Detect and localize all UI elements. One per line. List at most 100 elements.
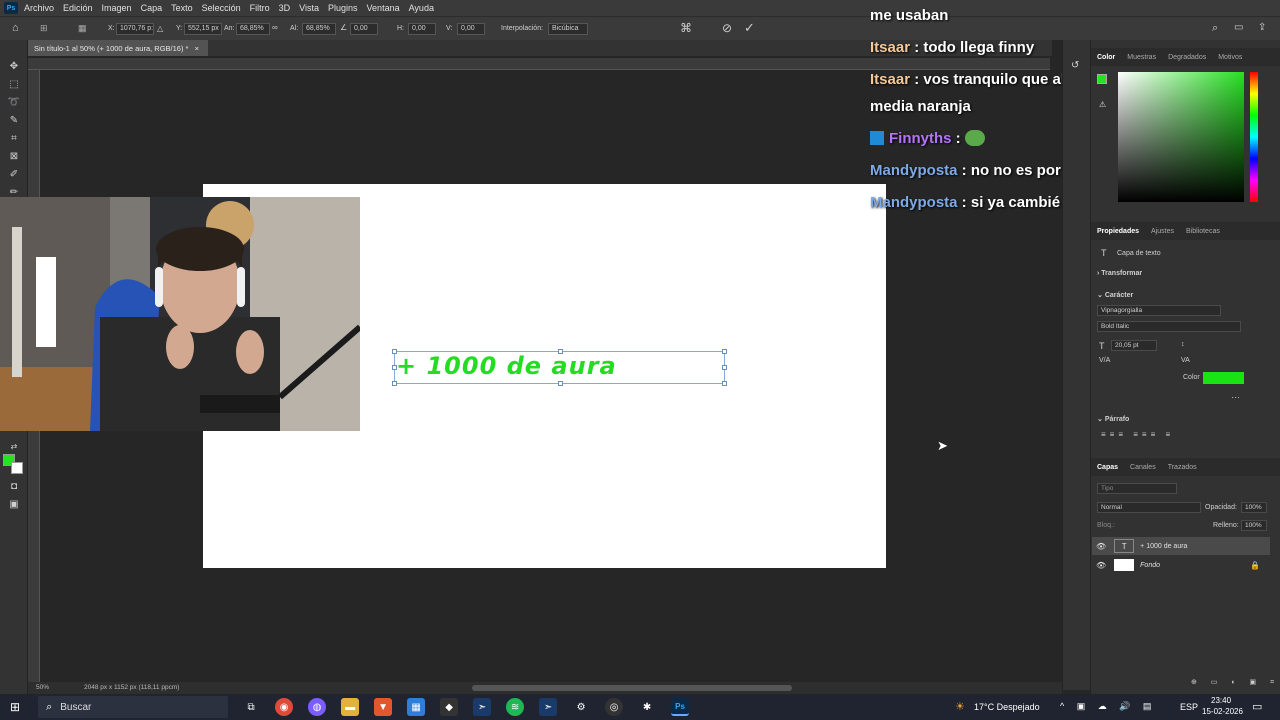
steam-alt-icon[interactable]: ➣	[539, 698, 558, 716]
paragraph-align-icons[interactable]: ≡≡≡ ≡≡≡ ≡	[1101, 430, 1174, 439]
layer-item[interactable]: 👁 Fondo 🔒	[1092, 556, 1270, 574]
menu-texto[interactable]: Texto	[171, 3, 193, 13]
menu-capa[interactable]: Capa	[141, 3, 163, 13]
transform-handle[interactable]	[392, 381, 397, 386]
brave-icon[interactable]: ▼	[374, 698, 393, 716]
transform-handle[interactable]	[722, 365, 727, 370]
reference-point-icon[interactable]: ▦	[78, 23, 87, 34]
store-icon[interactable]: ▦	[407, 698, 426, 716]
color-field[interactable]	[1118, 72, 1244, 202]
crop-tool-icon[interactable]: ⌗	[7, 132, 21, 144]
background-color-swatch[interactable]	[11, 462, 23, 474]
tab-propiedades[interactable]: Propiedades	[1097, 228, 1139, 235]
tab-trazados[interactable]: Trazados	[1168, 464, 1197, 471]
rotate-field[interactable]: 0,00	[350, 23, 378, 35]
transform-handle[interactable]	[722, 381, 727, 386]
more-options-icon[interactable]: …	[1231, 390, 1240, 400]
file-explorer-icon[interactable]: ▬	[341, 698, 360, 716]
taskbar-search-box[interactable]: ⌕ Buscar	[38, 696, 229, 718]
horizontal-scrollbar[interactable]	[472, 685, 792, 691]
warp-icon[interactable]: ⌘	[680, 21, 692, 35]
language-indicator[interactable]: ESP	[1180, 702, 1198, 712]
quick-select-tool-icon[interactable]: ✎	[7, 114, 21, 126]
v-skew-field[interactable]: 0,00	[457, 23, 485, 35]
transform-handle[interactable]	[392, 365, 397, 370]
foreground-color-chip[interactable]	[1097, 74, 1107, 84]
font-style-select[interactable]: Bold Italic	[1097, 321, 1241, 332]
quick-mask-icon[interactable]: ◘	[7, 480, 21, 492]
tab-bibliotecas[interactable]: Bibliotecas	[1186, 228, 1220, 235]
tab-motivos[interactable]: Motivos	[1218, 54, 1242, 61]
link-icon[interactable]: ∞	[272, 23, 278, 32]
transform-handle[interactable]	[558, 381, 563, 386]
photoshop-taskbar-icon[interactable]: Ps	[671, 698, 690, 716]
text-color-swatch[interactable]	[1203, 372, 1244, 384]
history-panel-icon[interactable]: ↺	[1071, 60, 1079, 71]
menu-ayuda[interactable]: Ayuda	[409, 3, 434, 13]
marquee-tool-icon[interactable]: ⬚	[7, 78, 21, 90]
home-icon[interactable]: ⌂	[12, 22, 19, 34]
spotify-icon[interactable]: ≋	[506, 698, 525, 716]
menu-vista[interactable]: Vista	[299, 3, 319, 13]
menu-imagen[interactable]: Imagen	[102, 3, 132, 13]
transform-handle[interactable]	[722, 349, 727, 354]
y-field[interactable]: 552,15 px	[184, 23, 222, 35]
layer-actions-icons[interactable]: ⊕ ▭ ◐ ▣ ⌗ 🗑	[1191, 678, 1280, 687]
transform-section[interactable]: › Transformar	[1097, 270, 1142, 277]
transform-handle[interactable]	[392, 349, 397, 354]
menu-edicion[interactable]: Edición	[63, 3, 93, 13]
document-tab[interactable]: Sin título-1 al 50% (+ 1000 de aura, RGB…	[28, 40, 208, 56]
menu-ventana[interactable]: Ventana	[367, 3, 400, 13]
layer-search-input[interactable]: Tipo	[1097, 483, 1177, 494]
swap-colors-icon[interactable]: ⇄	[7, 440, 21, 452]
transform-handle[interactable]	[558, 349, 563, 354]
system-tray-icons[interactable]: ^ ▣ ☁ 🔊 ▤	[1060, 701, 1156, 712]
tab-color[interactable]: Color	[1097, 54, 1115, 61]
hue-slider[interactable]	[1250, 72, 1258, 202]
chrome-icon[interactable]: ◉	[275, 698, 294, 716]
screen-mode-icon[interactable]: ▣	[7, 498, 21, 510]
transform-bounding-box[interactable]	[392, 349, 727, 386]
transform-icon[interactable]: ⊞	[40, 23, 48, 34]
steam-icon[interactable]: ➣	[473, 698, 492, 716]
app2-icon[interactable]: ✱	[638, 698, 656, 716]
opacity-field[interactable]: 100%	[1241, 502, 1267, 513]
menu-3d[interactable]: 3D	[279, 3, 291, 13]
eyedropper-tool-icon[interactable]: ✐	[7, 168, 21, 180]
menu-plugins[interactable]: Plugins	[328, 3, 358, 13]
notifications-icon[interactable]: ▭	[1252, 700, 1262, 713]
commit-transform-icon[interactable]: ✓	[744, 20, 755, 36]
font-family-select[interactable]: Vipnagorgialla	[1097, 305, 1221, 316]
h-skew-field[interactable]: 0,00	[408, 23, 436, 35]
visibility-eye-icon[interactable]: 👁	[1096, 542, 1106, 551]
menu-seleccion[interactable]: Selección	[202, 3, 241, 13]
app-icon[interactable]: ◆	[440, 698, 459, 716]
tab-muestras[interactable]: Muestras	[1127, 54, 1156, 61]
blend-mode-select[interactable]: Normal	[1097, 502, 1201, 513]
lasso-tool-icon[interactable]: ➰	[7, 96, 21, 108]
height-field[interactable]: 68,85%	[302, 23, 336, 35]
tab-capas[interactable]: Capas	[1097, 464, 1118, 471]
tab-degradados[interactable]: Degradados	[1168, 54, 1206, 61]
obs-icon[interactable]: ◎	[605, 698, 624, 716]
font-size-field[interactable]: 20,05 pt	[1111, 340, 1157, 351]
task-view-icon[interactable]: ⧉	[242, 698, 260, 716]
tab-canales[interactable]: Canales	[1130, 464, 1156, 471]
clock-time[interactable]: 23:40	[1211, 696, 1231, 705]
menu-archivo[interactable]: Archivo	[24, 3, 54, 13]
layer-item[interactable]: 👁 T + 1000 de aura	[1092, 537, 1270, 555]
x-field[interactable]: 1070,76 p:	[116, 23, 154, 35]
frame-tool-icon[interactable]: ⊠	[7, 150, 21, 162]
discord-icon[interactable]: ◍	[308, 698, 327, 716]
settings-icon[interactable]: ⚙	[572, 698, 590, 716]
visibility-eye-icon[interactable]: 👁	[1096, 561, 1106, 570]
width-field[interactable]: 68,85%	[236, 23, 270, 35]
close-tab-icon[interactable]: ×	[195, 44, 199, 53]
paragraph-section[interactable]: ⌄ Párrafo	[1097, 415, 1129, 423]
zoom-level[interactable]: 50%	[36, 684, 49, 691]
clock-date[interactable]: 15-02-2026	[1202, 707, 1243, 716]
fill-field[interactable]: 100%	[1241, 520, 1267, 531]
interpolation-select[interactable]: Bicúbica	[548, 23, 588, 35]
tab-ajustes[interactable]: Ajustes	[1151, 228, 1174, 235]
windows-start-icon[interactable]: ⊞	[10, 700, 20, 714]
